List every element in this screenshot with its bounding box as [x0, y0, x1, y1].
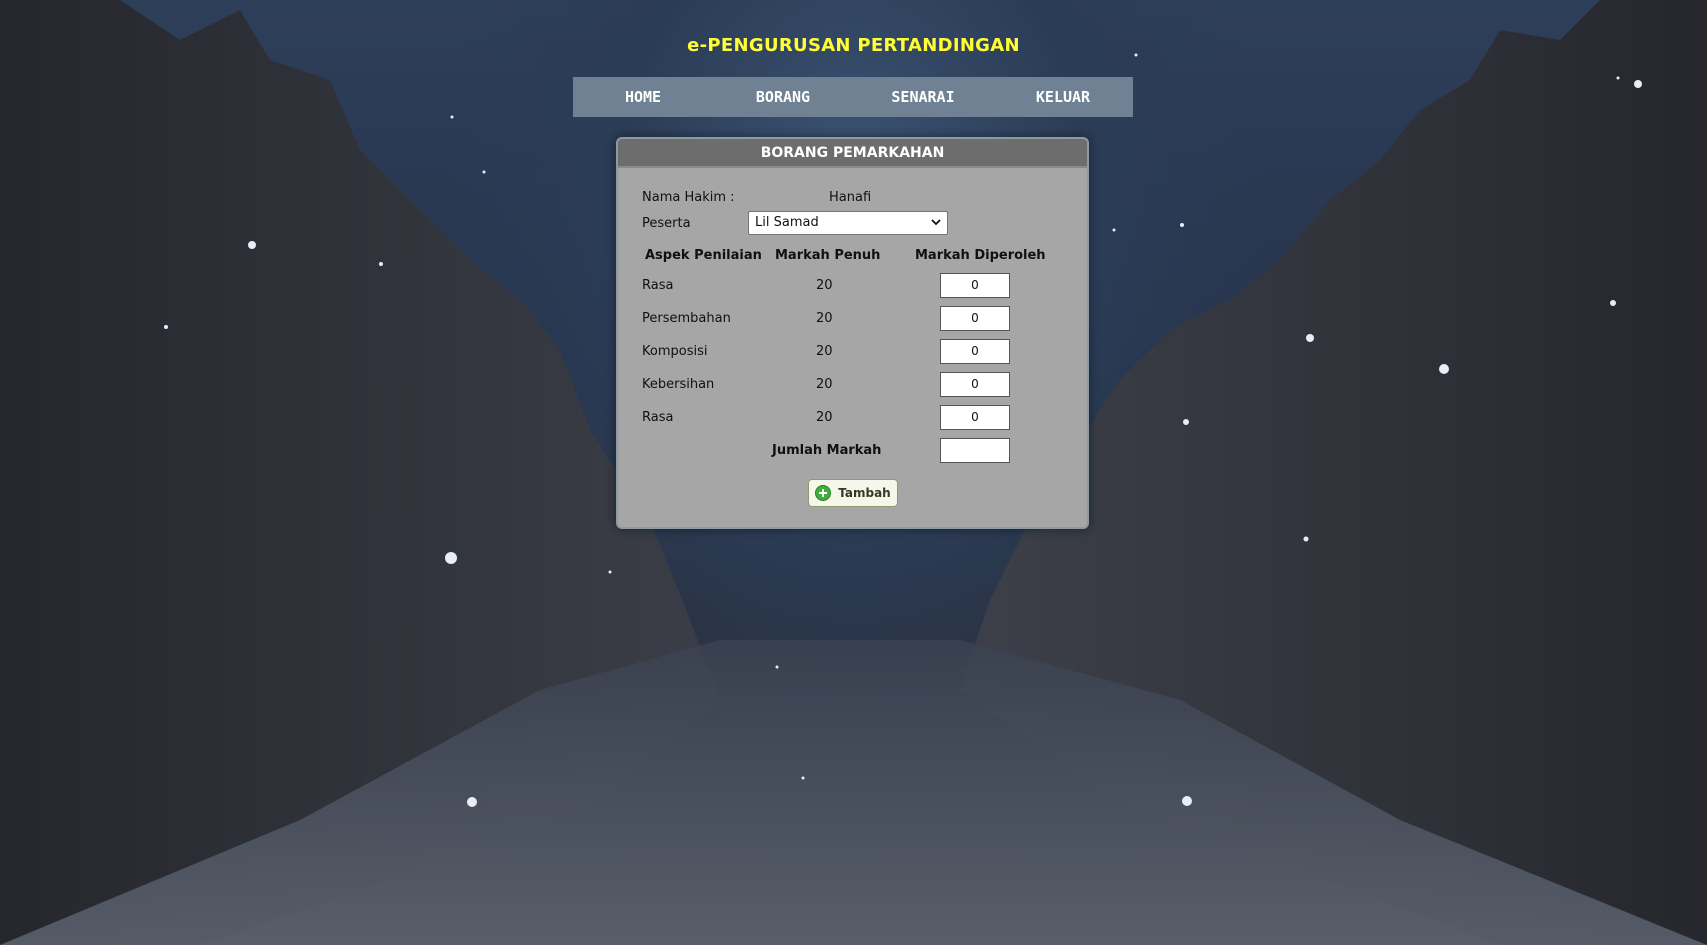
chevron-down-icon	[931, 219, 941, 226]
total-label: Jumlah Markah	[772, 443, 882, 458]
full-mark: 20	[816, 377, 833, 392]
participant-select[interactable]: Lil Samad	[748, 211, 948, 235]
total-mark-input[interactable]	[940, 438, 1010, 463]
full-mark: 20	[816, 311, 833, 326]
nav-keluar[interactable]: KELUAR	[993, 77, 1133, 117]
col-header-obtained: Markah Diperoleh	[915, 248, 1046, 263]
obtained-mark-input[interactable]: 0	[940, 339, 1010, 364]
aspect-label: Kebersihan	[642, 377, 715, 392]
app-title: e-PENGURUSAN PERTANDINGAN	[687, 35, 1020, 56]
judge-name: Hanafi	[829, 190, 872, 205]
full-mark: 20	[816, 410, 833, 425]
full-mark: 20	[816, 278, 833, 293]
obtained-mark-input[interactable]: 0	[940, 372, 1010, 397]
obtained-mark-input[interactable]: 0	[940, 306, 1010, 331]
obtained-mark-input[interactable]: 0	[940, 273, 1010, 298]
col-header-full: Markah Penuh	[775, 248, 881, 263]
full-mark: 20	[816, 344, 833, 359]
participant-label: Peserta	[642, 216, 691, 231]
aspect-label: Komposisi	[642, 344, 708, 359]
nav-borang[interactable]: BORANG	[713, 77, 853, 117]
col-header-aspect: Aspek Penilaian	[645, 248, 762, 263]
scoring-form-panel: BORANG PEMARKAHAN Nama Hakim : Hanafi Pe…	[616, 137, 1089, 529]
judge-label: Nama Hakim :	[642, 190, 735, 205]
aspect-label: Rasa	[642, 278, 674, 293]
main-nav: HOME BORANG SENARAI KELUAR	[573, 77, 1133, 117]
add-button-label: Tambah	[838, 486, 891, 500]
form-header: BORANG PEMARKAHAN	[618, 139, 1087, 168]
aspect-label: Rasa	[642, 410, 674, 425]
obtained-mark-input[interactable]: 0	[940, 405, 1010, 430]
add-button[interactable]: Tambah	[808, 479, 898, 507]
aspect-label: Persembahan	[642, 311, 731, 326]
participant-selected-value: Lil Samad	[755, 215, 819, 230]
nav-home[interactable]: HOME	[573, 77, 713, 117]
nav-senarai[interactable]: SENARAI	[853, 77, 993, 117]
plus-circle-icon	[815, 485, 832, 501]
